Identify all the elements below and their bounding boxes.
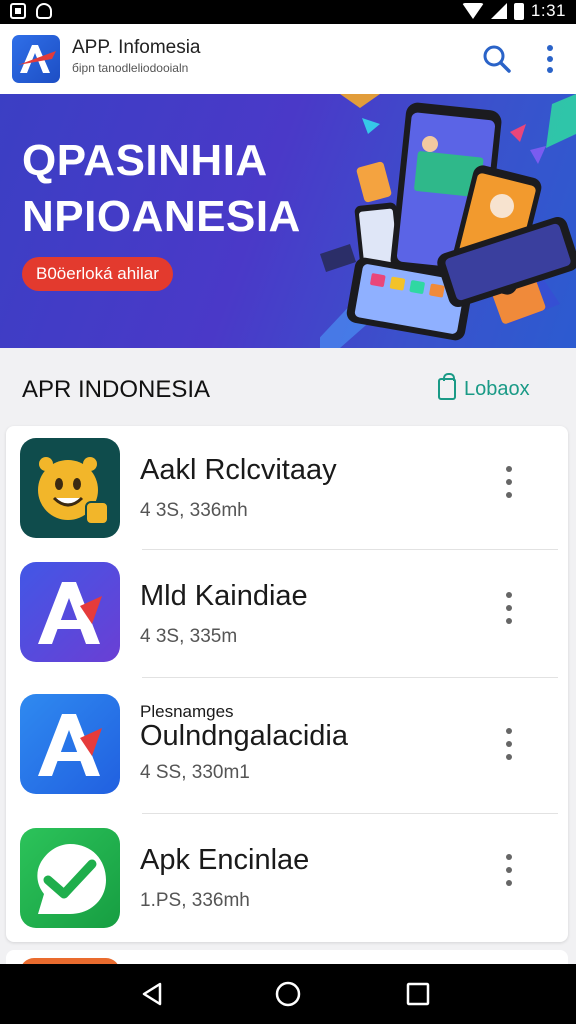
list-item[interactable]: Apk Encinlae 1.PS, 336mh	[6, 814, 568, 942]
section-action-link[interactable]: Lobaox	[438, 373, 530, 404]
app-meta: 4 3S, 335m	[140, 626, 238, 647]
list-item[interactable]: Plesnamges Oulndngalacidia 4 SS, 330m1	[6, 678, 568, 814]
banner-cta-button[interactable]: B0öerloká ahilar	[22, 257, 173, 291]
more-vert-icon	[547, 45, 553, 73]
letter-a-app-icon	[20, 562, 120, 662]
status-time: 1:31	[530, 1, 566, 20]
wifi-icon	[461, 3, 484, 19]
phones-illustration	[320, 94, 576, 348]
recents-button[interactable]	[402, 978, 434, 1010]
status-bar: 1:31	[0, 0, 576, 24]
overflow-menu-button[interactable]	[536, 42, 564, 76]
list-item[interactable]: Mld Kaindiae 4 3S, 335m	[6, 550, 568, 678]
recents-icon	[406, 982, 430, 1006]
app-name: Mld Kaindiae	[140, 580, 308, 612]
more-vert-icon[interactable]	[498, 590, 520, 626]
battery-icon	[513, 2, 524, 20]
system-nav-bar	[0, 964, 576, 1024]
lock-icon	[36, 3, 52, 19]
app-logo[interactable]	[12, 35, 60, 83]
app-name: Aakl Rclcvitaay	[140, 454, 337, 486]
banner-headline-line2: NPIOANESIA	[22, 192, 301, 241]
app-overline: Plesnamges	[140, 702, 234, 721]
more-vert-icon[interactable]	[498, 464, 520, 500]
home-button[interactable]	[272, 978, 304, 1010]
screen-record-icon	[10, 3, 26, 19]
app-subtitle: бipn tanodleliodooialn	[72, 61, 189, 75]
app-name: Apk Encinlae	[140, 844, 310, 876]
more-vert-icon[interactable]	[498, 726, 520, 762]
app-list: Aakl Rclcvitaay 4 3S, 336mh Mld Kaindiae…	[6, 426, 568, 942]
app-bar: APP. Infomesia бipn tanodleliodooialn	[0, 24, 576, 94]
app-meta: 4 SS, 330m1	[140, 762, 250, 783]
banner-headline-line1: QPASINHIA	[22, 136, 268, 185]
section-title: APR INDONESIA	[22, 376, 211, 403]
search-icon	[483, 45, 511, 73]
section-action-label: Lobaox	[464, 377, 530, 400]
shopping-bag-icon	[438, 373, 456, 400]
list-item[interactable]: Aakl Rclcvitaay 4 3S, 336mh	[6, 426, 568, 550]
letter-a-app-icon	[20, 694, 120, 794]
promo-banner[interactable]: QPASINHIA NPIOANESIA B0öerloká ahilar	[0, 94, 576, 348]
search-button[interactable]	[480, 42, 514, 76]
back-button[interactable]	[136, 978, 168, 1010]
app-meta: 1.PS, 336mh	[140, 890, 250, 911]
check-leaf-app-icon	[20, 828, 120, 928]
home-icon	[275, 981, 301, 1007]
smiley-app-icon	[20, 438, 120, 538]
signal-icon	[490, 3, 507, 19]
app-name: Oulndngalacidia	[140, 720, 348, 752]
app-title: APP. Infomesia	[72, 37, 201, 58]
more-vert-icon[interactable]	[498, 852, 520, 888]
back-icon	[142, 982, 162, 1006]
app-meta: 4 3S, 336mh	[140, 500, 248, 521]
